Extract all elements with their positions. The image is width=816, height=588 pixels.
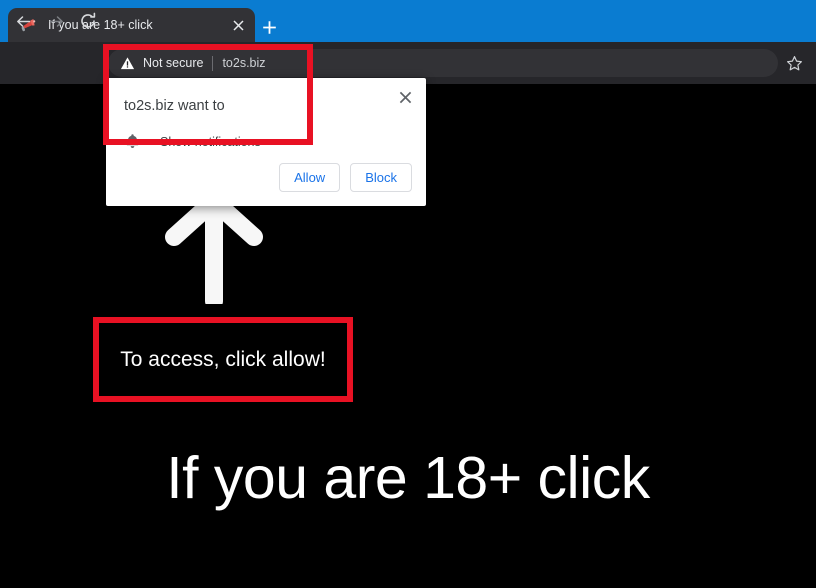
not-secure-warning-icon[interactable] bbox=[120, 56, 135, 71]
security-status-text: Not secure bbox=[143, 56, 204, 70]
forward-icon[interactable] bbox=[41, 6, 71, 36]
permission-actions: Allow Block bbox=[279, 163, 412, 192]
reload-icon[interactable] bbox=[73, 6, 103, 36]
bell-icon bbox=[124, 133, 141, 150]
omnibox-url-text: to2s.biz bbox=[222, 56, 266, 70]
browser-titlebar: If you are 18+ click bbox=[0, 0, 816, 42]
permission-request-row: Show notifications bbox=[124, 133, 261, 150]
new-tab-button[interactable] bbox=[256, 14, 282, 40]
allow-button[interactable]: Allow bbox=[279, 163, 341, 192]
permission-type-label: Show notifications bbox=[160, 134, 261, 149]
back-icon[interactable] bbox=[8, 6, 38, 36]
notification-permission-dialog: to2s.biz want to Show notifications Allo… bbox=[106, 78, 426, 206]
access-instruction-banner: To access, click allow! bbox=[93, 317, 353, 402]
page-headline: If you are 18+ click bbox=[166, 445, 650, 511]
close-icon[interactable] bbox=[392, 84, 418, 110]
permission-origin-text: to2s.biz want to bbox=[124, 98, 225, 114]
tab-close-icon[interactable] bbox=[227, 14, 249, 36]
bookmark-star-icon[interactable] bbox=[783, 52, 805, 74]
address-bar[interactable]: Not secure to2s.biz bbox=[108, 49, 778, 77]
access-instruction-text: To access, click allow! bbox=[120, 347, 326, 371]
omnibox-divider bbox=[212, 55, 214, 71]
up-arrow-icon bbox=[150, 189, 280, 304]
block-button[interactable]: Block bbox=[350, 163, 412, 192]
browser-window: If you are 18+ click Not secure to2s.biz… bbox=[0, 0, 816, 588]
